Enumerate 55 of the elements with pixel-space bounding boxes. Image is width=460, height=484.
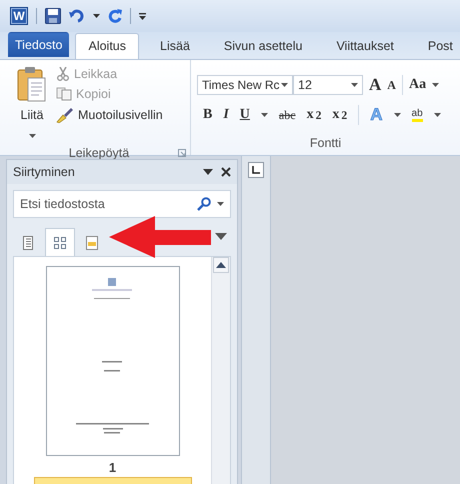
page-number: 1 (108, 460, 116, 475)
pane-title: Siirtyminen (13, 165, 76, 179)
save-icon[interactable] (45, 8, 61, 24)
file-tab[interactable]: Tiedosto (8, 32, 70, 57)
tab-stop-icon (252, 166, 260, 174)
search-field[interactable]: Etsi tiedostosta (13, 190, 231, 218)
undo-icon[interactable] (69, 9, 85, 23)
format-painter-button[interactable]: Muotoilusivellin (78, 108, 163, 122)
dialog-launcher-icon[interactable] (178, 149, 186, 157)
scroll-up-icon[interactable] (213, 257, 229, 273)
ribbon-tab[interactable]: Sivun asettelu (210, 33, 316, 59)
grow-font-button[interactable]: A (369, 75, 382, 95)
tab-selector-button[interactable] (248, 162, 264, 178)
font-size-field[interactable]: 12 (293, 75, 363, 95)
change-case-button[interactable]: Aa (408, 77, 426, 93)
underline-caret-icon[interactable] (260, 113, 268, 117)
document-icon (86, 236, 98, 250)
redo-icon[interactable] (108, 9, 122, 23)
font-name-field[interactable]: Times New Rc (197, 75, 293, 95)
customize-icon[interactable] (139, 12, 146, 20)
copy-icon (56, 87, 72, 101)
caret-icon[interactable] (434, 113, 441, 117)
group-label: Fontti (310, 136, 342, 150)
clipboard-icon[interactable] (17, 66, 47, 102)
format-button[interactable]: I (223, 107, 229, 123)
app-logo[interactable]: W (10, 7, 28, 25)
highlight-button[interactable]: ab (412, 108, 423, 122)
paste-button[interactable]: Liitä (20, 108, 44, 122)
ribbon-tab[interactable]: Aloitus (75, 33, 140, 59)
page-thumbnail[interactable] (46, 266, 180, 456)
caret-icon[interactable] (281, 83, 288, 87)
format-button[interactable]: B (203, 107, 212, 123)
format-button[interactable]: abc (278, 108, 296, 122)
caret-icon[interactable] (217, 202, 224, 206)
undo-caret-icon[interactable] (93, 14, 100, 18)
pane-menu-icon[interactable] (203, 169, 213, 175)
ribbon-tab[interactable]: Post (414, 33, 460, 59)
paste-caret-icon[interactable] (28, 134, 36, 138)
ribbon-tab[interactable]: Viittaukset (323, 33, 407, 59)
caret-icon[interactable] (432, 83, 440, 87)
close-icon[interactable] (221, 167, 231, 177)
view-tab[interactable] (45, 228, 75, 256)
grid-icon (54, 236, 66, 248)
group-label: Leikepöytä (68, 146, 130, 160)
ribbon-tab[interactable]: Lisää (147, 33, 203, 59)
caret-icon[interactable] (394, 113, 401, 117)
shrink-font-button[interactable]: A (387, 78, 396, 92)
format-button[interactable]: U (240, 107, 250, 123)
caret-icon[interactable] (351, 83, 358, 87)
page-icon (23, 236, 33, 250)
options-caret-icon[interactable] (215, 233, 227, 240)
search-icon[interactable] (197, 197, 211, 211)
scissors-icon (56, 67, 70, 81)
search-placeholder: Etsi tiedostosta (20, 197, 106, 211)
brush-icon (56, 107, 74, 123)
